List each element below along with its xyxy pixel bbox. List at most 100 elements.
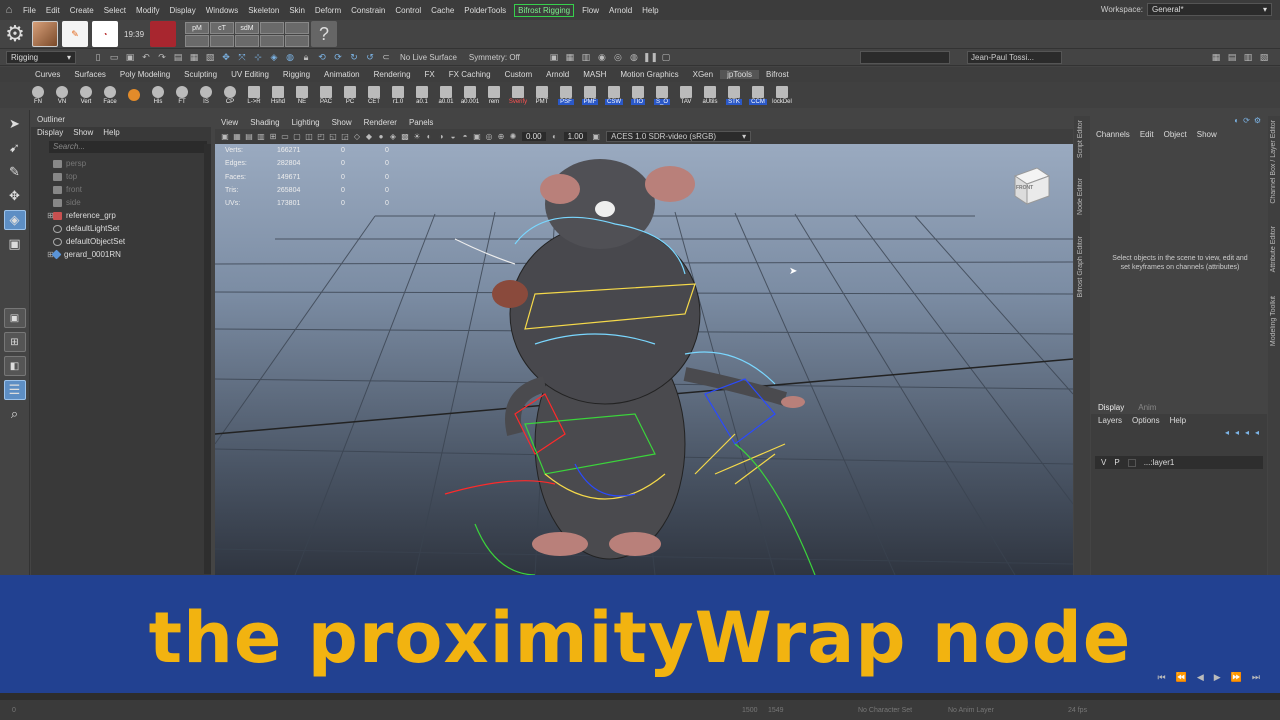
search-input[interactable] — [860, 51, 950, 64]
shelf-tab-curves[interactable]: Curves — [28, 70, 67, 79]
shelf-tile-button[interactable]: cT — [210, 22, 235, 34]
shelf-tile-button[interactable]: sdM — [235, 22, 260, 34]
shelf-button-cet[interactable]: CET — [363, 85, 385, 105]
film-gate-icon[interactable]: ▭ — [280, 132, 290, 142]
shelf-tab-sculpting[interactable]: Sculpting — [177, 70, 224, 79]
step-back-icon[interactable]: ⏪ — [1176, 672, 1187, 683]
toggle-icon[interactable]: ▢ — [659, 51, 673, 63]
shelf-tab-bifrost[interactable]: Bifrost — [759, 70, 796, 79]
shelf-button-lockdel[interactable]: lockDel — [771, 85, 793, 105]
inputs-icon[interactable]: ⟳ — [331, 51, 345, 63]
go-start-icon[interactable]: ⏮ — [1158, 672, 1166, 683]
render-ipr-icon[interactable]: ▦ — [563, 51, 577, 63]
color-management-icon[interactable]: ▣ — [591, 132, 601, 142]
snap-grid-icon[interactable]: ✥ — [219, 51, 233, 63]
outliner-item-persp[interactable]: persp — [31, 157, 211, 170]
shelf-tab-fx-caching[interactable]: FX Caching — [442, 70, 498, 79]
new-scene-icon[interactable]: ▯ — [91, 51, 105, 63]
layer-menu-options[interactable]: Options — [1132, 414, 1160, 428]
menu-constrain[interactable]: Constrain — [346, 6, 390, 15]
magnet-icon[interactable]: ⊂ — [379, 51, 393, 63]
outliner-item-front[interactable]: front — [31, 183, 211, 196]
outliner-item-reference-grp[interactable]: ⊞ reference_grp — [31, 209, 211, 222]
help-icon[interactable]: ? — [311, 21, 338, 47]
attribute-editor-icon[interactable]: ▤ — [1225, 51, 1239, 63]
home-icon[interactable]: ⌂ — [0, 1, 18, 19]
viewport-menu-panels[interactable]: Panels — [409, 116, 433, 129]
mode-dropdown[interactable]: Rigging ▾ — [6, 50, 76, 64]
menu-select[interactable]: Select — [99, 6, 131, 15]
channel-box-menu-show[interactable]: Show — [1197, 128, 1217, 142]
wireframe-icon[interactable]: ◇ — [352, 132, 362, 142]
grid-icon[interactable]: ⊞ — [268, 132, 278, 142]
menu-edit[interactable]: Edit — [41, 6, 65, 15]
menu-windows[interactable]: Windows — [201, 6, 243, 15]
character-set[interactable]: No Character Set — [858, 707, 948, 714]
default-material-icon[interactable]: ● — [376, 132, 386, 142]
paint-select-icon[interactable]: ✎ — [4, 162, 26, 182]
gear-icon[interactable]: ⚙ — [2, 21, 28, 47]
snap-view-icon[interactable]: ◈ — [267, 51, 281, 63]
gate-mask-icon[interactable]: ◫ — [304, 132, 314, 142]
color-space-dropdown[interactable]: ACES 1.0 SDR-video (sRGB) ▾ — [606, 131, 752, 142]
shelf-button-tav[interactable]: TAV — [675, 85, 697, 105]
field-chart-icon[interactable]: ◰ — [316, 132, 326, 142]
shelf-button-hshd[interactable]: Hshd — [267, 85, 289, 105]
viewport-menu-lighting[interactable]: Lighting — [292, 116, 320, 129]
select-object-icon[interactable]: ▦ — [187, 51, 201, 63]
outliner-layout-icon[interactable]: ☰ — [3, 380, 26, 400]
two-pane-icon[interactable]: ◧ — [3, 356, 26, 376]
refresh-icon[interactable]: ⟳ — [1243, 116, 1250, 128]
single-pane-icon[interactable]: ▣ — [3, 308, 26, 328]
outliner-item-defaultobjectset[interactable]: defaultObjectSet — [31, 235, 211, 248]
viewcube[interactable]: FRONT — [1007, 162, 1053, 210]
zoom-search-icon[interactable]: ⌕ — [4, 404, 26, 424]
shelf-button-ne[interactable]: NE — [291, 85, 313, 105]
outliner-menu-display[interactable]: Display — [37, 127, 63, 139]
render-settings-icon[interactable]: ▥ — [579, 51, 593, 63]
layer-tab-display[interactable]: Display — [1098, 402, 1124, 414]
four-pane-icon[interactable]: ⊞ — [3, 332, 26, 352]
shelf-button-psf[interactable]: PSF — [555, 85, 577, 105]
gamma-icon[interactable]: ◐ — [550, 132, 560, 142]
shelf-tab-surfaces[interactable]: Surfaces — [67, 70, 113, 79]
outliner-scrollbar[interactable] — [204, 144, 211, 574]
undo-icon[interactable]: ↶ — [139, 51, 153, 63]
menu-modify[interactable]: Modify — [131, 6, 165, 15]
shelf-tile-button[interactable] — [260, 22, 285, 34]
workspace-selector[interactable]: Workspace: General* ▾ — [1101, 3, 1272, 16]
snap-point-icon[interactable]: ⊹ — [251, 51, 265, 63]
shelf-tab-mash[interactable]: MASH — [576, 70, 613, 79]
workspace-dropdown[interactable]: General* ▾ — [1147, 3, 1272, 16]
outliner-menu-help[interactable]: Help — [103, 127, 119, 139]
history-icon[interactable]: ⟲ — [315, 51, 329, 63]
shelf-button-fn[interactable]: FN — [27, 85, 49, 105]
lock-icon[interactable]: 🔒︎ — [299, 51, 313, 63]
expand-icon[interactable]: ⊞ — [47, 211, 54, 220]
shelf-button-pmt[interactable]: PMT — [531, 85, 553, 105]
layer-color-swatch[interactable] — [1127, 458, 1136, 467]
side-tab-bifrost-graph-editor[interactable]: Bifrost Graph Editor — [1077, 236, 1084, 297]
menu-skin[interactable]: Skin — [284, 6, 310, 15]
menu-create[interactable]: Create — [65, 6, 99, 15]
right-tab-attribute-editor[interactable]: Attribute Editor — [1270, 226, 1277, 272]
right-tab-channel-box-layer-editor[interactable]: Channel Box / Layer Editor — [1270, 120, 1277, 204]
shelf-tab-jptools[interactable]: jpTools — [720, 70, 759, 79]
safe-action-icon[interactable]: ◱ — [328, 132, 338, 142]
outliner-search-input[interactable]: Search... — [49, 141, 207, 153]
menu-bifrost-rigging[interactable]: Bifrost Rigging — [514, 3, 575, 17]
move-tool-icon[interactable]: ✥ — [4, 186, 26, 206]
shelf-button-pac[interactable]: PAC — [315, 85, 337, 105]
clock-icon[interactable]: ◔ — [92, 21, 118, 47]
shelf-tile-button[interactable] — [210, 35, 235, 47]
image-plane-icon[interactable]: ▥ — [256, 132, 266, 142]
layer-name[interactable]: ...:layer1 — [1144, 458, 1175, 467]
shelf-button-cp[interactable]: CP — [219, 85, 241, 105]
motion-blur-icon[interactable]: ◒ — [448, 132, 458, 142]
menu-cache[interactable]: Cache — [426, 6, 459, 15]
play-back-icon[interactable]: ◀ — [1197, 672, 1204, 683]
layer-playback[interactable]: P — [1114, 458, 1119, 467]
gamma-field[interactable]: 1.00 — [563, 132, 588, 141]
shelf-tab-animation[interactable]: Animation — [317, 70, 367, 79]
shelf-button-a0-001[interactable]: a0.001 — [459, 85, 481, 105]
